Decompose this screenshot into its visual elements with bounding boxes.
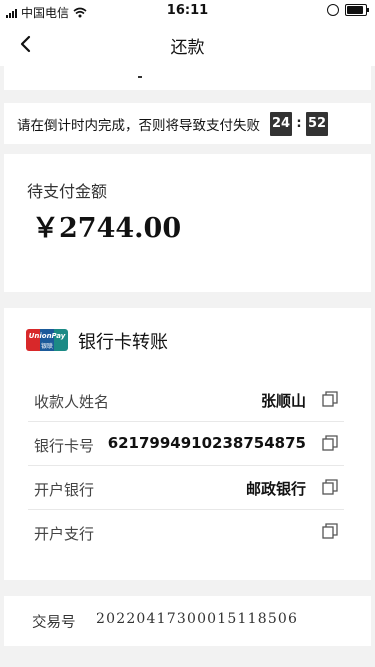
bank-name-label: 开户银行 — [34, 481, 95, 499]
countdown-minutes: 24 — [270, 111, 292, 136]
trade-number-value: 20220417300015118506 — [96, 611, 299, 627]
bank-transfer-card: UnionPay 银联 银行卡转账 收款人姓名 张顺山 银行卡号 6217994… — [4, 308, 371, 580]
payee-info-list: 收款人姓名 张顺山 银行卡号 6217994910238754875 开户银行 … — [28, 378, 344, 553]
amount-value: ￥2744.00 — [32, 213, 182, 244]
card-number-label: 银行卡号 — [34, 437, 95, 455]
branch-label: 开户支行 — [34, 525, 95, 543]
payee-name-value: 张顺山 — [260, 392, 306, 410]
copy-icon[interactable] — [322, 479, 338, 495]
countdown-message: 请在倒计时内完成，否则将导致支付失败 — [17, 117, 260, 134]
amount-card: 待支付金额 ￥2744.00 — [4, 154, 371, 292]
countdown-banner: 请在倒计时内完成，否则将导致支付失败 24 : 52 — [4, 103, 371, 144]
copy-icon[interactable] — [322, 391, 338, 407]
scrolled-content-strip — [4, 66, 371, 90]
bank-transfer-title: 银行卡转账 — [78, 332, 168, 353]
payee-name-label: 收款人姓名 — [34, 393, 110, 411]
bank-name-value: 邮政银行 — [245, 480, 306, 498]
payee-name-row: 收款人姓名 张顺山 — [28, 378, 344, 422]
battery-icon — [345, 4, 369, 16]
amount-label: 待支付金额 — [27, 182, 108, 201]
countdown-seconds: 52 — [306, 111, 328, 136]
status-right — [327, 4, 369, 16]
copy-icon[interactable] — [322, 523, 338, 539]
card-number-row: 银行卡号 6217994910238754875 — [28, 422, 344, 466]
unionpay-logo: UnionPay 银联 — [26, 329, 68, 351]
branch-row: 开户支行 — [28, 510, 344, 553]
rotation-lock-icon — [327, 4, 339, 16]
trade-number-card: 交易号 20220417300015118506 — [4, 596, 371, 646]
bank-name-row: 开户银行 邮政银行 — [28, 466, 344, 510]
page-title: 还款 — [170, 38, 205, 58]
countdown-separator: : — [296, 116, 302, 131]
status-bar: 中国电信 16:11 — [0, 0, 375, 22]
copy-icon[interactable] — [322, 435, 338, 451]
trade-number-label: 交易号 — [32, 615, 76, 631]
bank-transfer-header: UnionPay 银联 银行卡转账 — [4, 308, 371, 372]
status-time: 16:11 — [166, 3, 209, 18]
navigation-bar: 还款 — [0, 22, 375, 66]
card-number-value: 6217994910238754875 — [107, 434, 306, 452]
